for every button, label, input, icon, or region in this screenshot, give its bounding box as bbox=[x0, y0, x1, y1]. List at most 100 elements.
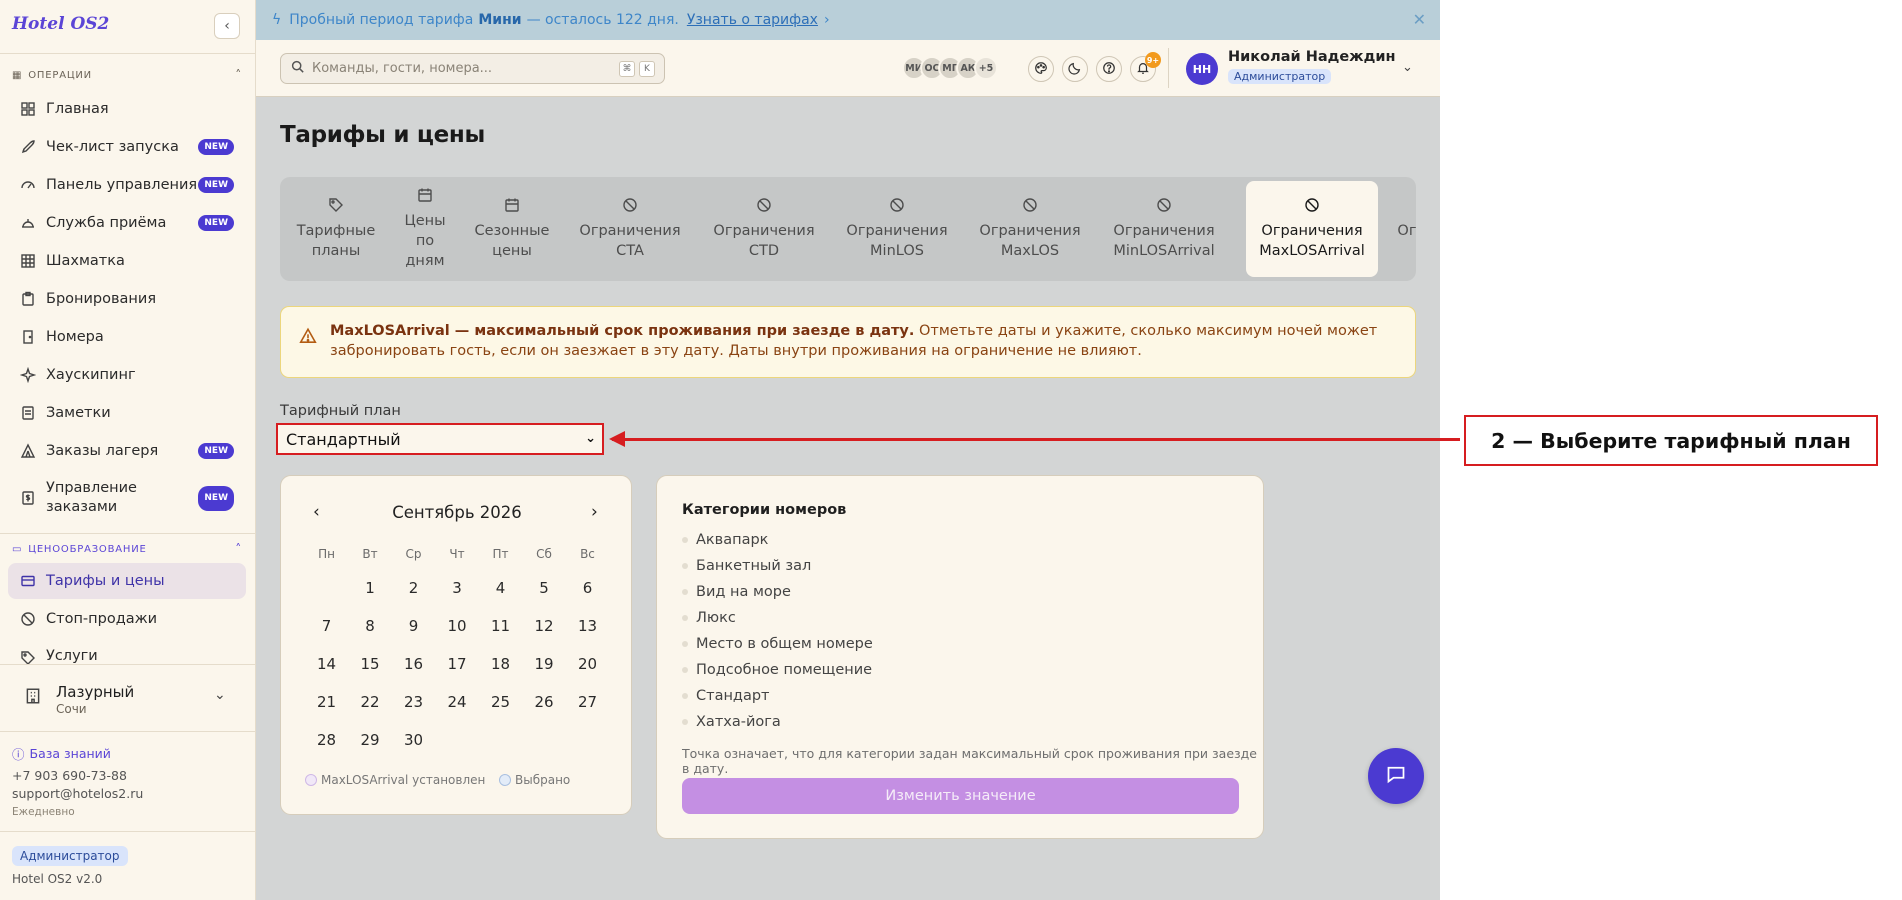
support-email[interactable]: support@hotelos2.ru bbox=[12, 786, 143, 801]
chevron-right-icon: › bbox=[823, 12, 830, 28]
calendar-day[interactable]: 11 bbox=[479, 611, 522, 641]
collapse-sidebar-button[interactable]: ‹ bbox=[214, 13, 240, 39]
calendar-day[interactable]: 3 bbox=[436, 573, 479, 603]
tab-daily-prices[interactable]: Цены по дням bbox=[388, 181, 462, 277]
banner-prefix: Пробный период тарифа bbox=[289, 12, 474, 28]
sidebar-item-housekeeping[interactable]: Хаускипинг bbox=[8, 357, 246, 393]
calendar-day[interactable]: 4 bbox=[479, 573, 522, 603]
tab-restrictions-fullpattern[interactable]: Ограничения FullPa bbox=[1382, 181, 1416, 277]
sidebar-item-rates[interactable]: Тарифы и цены bbox=[8, 563, 246, 599]
theme-palette-button[interactable] bbox=[1028, 56, 1054, 82]
calendar-icon bbox=[504, 197, 520, 219]
hotel-switcher[interactable]: Лазурный Сочи ⌄ bbox=[0, 664, 256, 732]
notifications-button[interactable]: 9+ bbox=[1130, 52, 1161, 82]
calendar-day[interactable]: 10 bbox=[436, 611, 479, 641]
section-label: ЦЕНООБРАЗОВАНИЕ bbox=[28, 544, 147, 555]
section-label: ОПЕРАЦИИ bbox=[28, 70, 92, 81]
legend-dot-set bbox=[305, 774, 317, 786]
calendar-day[interactable]: 16 bbox=[392, 649, 435, 679]
building-icon bbox=[24, 687, 42, 709]
tab-restrictions-cta[interactable]: Ограничения CTA bbox=[564, 181, 696, 277]
calendar-day[interactable]: 14 bbox=[305, 649, 348, 679]
online-users[interactable]: МИ ОС МГ АК +5 bbox=[902, 56, 998, 80]
sidebar-item-front-desk[interactable]: Служба приёма NEW bbox=[8, 205, 246, 241]
user-avatar[interactable]: НН bbox=[1186, 53, 1218, 85]
calendar-day[interactable]: 30 bbox=[392, 725, 435, 755]
tab-seasonal-prices[interactable]: Сезонные цены bbox=[462, 181, 562, 277]
tab-restrictions-minlos[interactable]: Ограничения MinLOS bbox=[831, 181, 963, 277]
calendar-day[interactable]: 15 bbox=[349, 649, 392, 679]
calendar-day[interactable]: 19 bbox=[523, 649, 566, 679]
calendar-day[interactable]: 23 bbox=[392, 687, 435, 717]
sidebar-item-label: Тарифы и цены bbox=[46, 573, 165, 589]
tab-restrictions-maxlos[interactable]: Ограничения MaxLOS bbox=[964, 181, 1096, 277]
sidebar-item-launch-checklist[interactable]: Чек-лист запуска NEW bbox=[8, 129, 246, 165]
sidebar-item-notes[interactable]: Заметки bbox=[8, 395, 246, 431]
chevron-down-icon[interactable]: ⌄ bbox=[1402, 60, 1413, 75]
calendar-day[interactable]: 5 bbox=[523, 573, 566, 603]
legend-label: MaxLOSArrival установлен bbox=[321, 773, 486, 787]
calendar-day[interactable]: 25 bbox=[479, 687, 522, 717]
knowledge-base-link[interactable]: ⓘ База знаний bbox=[12, 744, 111, 763]
calendar-day[interactable]: 12 bbox=[523, 611, 566, 641]
calendar-day[interactable]: 17 bbox=[436, 649, 479, 679]
calendar-day[interactable]: 8 bbox=[349, 611, 392, 641]
palette-icon bbox=[1034, 60, 1048, 79]
sidebar-item-services[interactable]: Услуги bbox=[8, 639, 246, 665]
category-dot bbox=[682, 537, 688, 543]
section-operations-header[interactable]: ▦ ОПЕРАЦИИ ˄ bbox=[12, 68, 242, 82]
calendar-day[interactable]: 13 bbox=[566, 611, 609, 641]
calendar-day[interactable]: 7 bbox=[305, 611, 348, 641]
calendar-day[interactable]: 21 bbox=[305, 687, 348, 717]
rate-plan-select[interactable]: Стандартный ⌄ bbox=[276, 423, 604, 455]
sidebar-item-home[interactable]: Главная bbox=[8, 91, 246, 127]
dark-mode-button[interactable] bbox=[1062, 56, 1088, 82]
notification-count: 9+ bbox=[1145, 52, 1161, 68]
sidebar-item-label: Стоп-продажи bbox=[46, 611, 158, 627]
calendar-day[interactable]: 26 bbox=[523, 687, 566, 717]
room-category-item: Банкетный зал bbox=[682, 558, 811, 574]
pricing-info-link[interactable]: Узнать о тарифах bbox=[687, 12, 818, 28]
calendar-day[interactable]: 24 bbox=[436, 687, 479, 717]
calendar-day[interactable]: 20 bbox=[566, 649, 609, 679]
support-phone[interactable]: +7 903 690-73-88 bbox=[12, 768, 127, 783]
chat-button[interactable] bbox=[1368, 748, 1424, 804]
calendar-day[interactable]: 22 bbox=[349, 687, 392, 717]
sidebar-item-label: Служба приёма bbox=[46, 215, 167, 231]
sidebar-item-chessboard[interactable]: Шахматка bbox=[8, 243, 246, 279]
sidebar-item-dashboard[interactable]: Панель управления NEW bbox=[8, 167, 246, 203]
next-month-button[interactable]: › bbox=[591, 502, 598, 522]
tab-restrictions-ctd[interactable]: Ограничения CTD bbox=[698, 181, 830, 277]
calendar-day[interactable]: 1 bbox=[349, 573, 392, 603]
user-name[interactable]: Николай Надеждин bbox=[1228, 49, 1396, 65]
sidebar-item-rooms[interactable]: Номера bbox=[8, 319, 246, 355]
calendar-day[interactable]: 29 bbox=[349, 725, 392, 755]
change-value-button[interactable]: Изменить значение bbox=[682, 778, 1239, 814]
command-search-input[interactable]: Команды, гости, номера... ⌘ K bbox=[280, 53, 665, 84]
calendar-day[interactable]: 6 bbox=[566, 573, 609, 603]
tab-restrictions-maxlosarrival[interactable]: Ограничения MaxLOSArrival bbox=[1246, 181, 1378, 277]
close-icon[interactable]: ✕ bbox=[1413, 10, 1426, 29]
sidebar-item-bookings[interactable]: Бронирования bbox=[8, 281, 246, 317]
topbar: Команды, гости, номера... ⌘ K МИ ОС МГ А… bbox=[256, 40, 1440, 97]
tag-icon bbox=[328, 197, 344, 219]
sidebar-divider bbox=[0, 53, 256, 54]
sidebar-item-camp-orders[interactable]: Заказы лагеря NEW bbox=[8, 433, 246, 469]
category-dot bbox=[682, 563, 688, 569]
chevron-left-icon: ‹ bbox=[224, 18, 230, 34]
rate-plan-label: Тарифный план bbox=[280, 403, 401, 419]
tab-rate-plans[interactable]: Тарифные планы bbox=[284, 181, 388, 277]
help-button[interactable] bbox=[1096, 56, 1122, 82]
calendar-day[interactable]: 9 bbox=[392, 611, 435, 641]
sidebar-item-order-management[interactable]: Управление заказами NEW bbox=[8, 473, 246, 523]
sidebar-item-stop-sales[interactable]: Стоп-продажи bbox=[8, 601, 246, 637]
calendar-day[interactable]: 18 bbox=[479, 649, 522, 679]
clipboard-icon bbox=[18, 289, 38, 309]
calendar-day[interactable]: 27 bbox=[566, 687, 609, 717]
section-pricing-header[interactable]: ▭ ЦЕНООБРАЗОВАНИЕ ˄ bbox=[12, 542, 242, 556]
sparkle-icon bbox=[18, 365, 38, 385]
app-logo[interactable]: Hotel OS2 bbox=[12, 14, 109, 34]
tab-restrictions-minlosarrival[interactable]: Ограничения MinLOSArrival bbox=[1098, 181, 1230, 277]
calendar-day[interactable]: 2 bbox=[392, 573, 435, 603]
calendar-day[interactable]: 28 bbox=[305, 725, 348, 755]
